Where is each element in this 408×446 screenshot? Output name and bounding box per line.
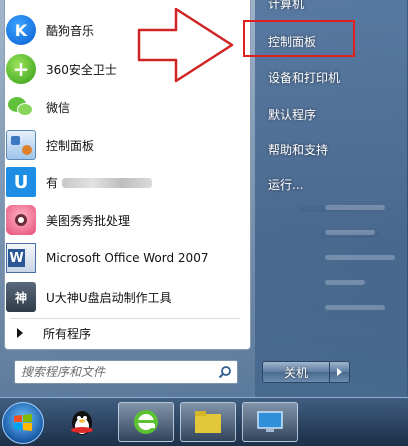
blurred-text: [62, 178, 153, 188]
program-label: Microsoft Office Word 2007: [46, 251, 209, 265]
kugou-music-icon: K: [6, 15, 36, 45]
right-item-devices-printers[interactable]: 设备和打印机: [268, 69, 340, 86]
highlight-annotation-box: [243, 20, 355, 57]
blur-shape: [325, 280, 365, 285]
all-programs-button[interactable]: 所有程序: [3, 320, 243, 346]
folder-icon: [195, 411, 221, 433]
all-programs-label: 所有程序: [43, 326, 92, 341]
ushen-usb-tool-icon: 神: [6, 282, 36, 312]
program-label: 酷狗音乐: [46, 23, 95, 38]
program-label: 360安全卫士: [46, 62, 117, 77]
right-item-run[interactable]: 运行...: [268, 176, 303, 193]
taskbar-qq[interactable]: [54, 402, 110, 442]
arrow-annotation-icon: [137, 7, 234, 83]
wechat-icon: [6, 92, 36, 122]
program-label: 有: [46, 174, 153, 191]
program-label: 微信: [46, 100, 71, 115]
program-item-control-panel[interactable]: 控制面板: [3, 127, 243, 163]
browser-e-icon: [134, 410, 158, 434]
search-box[interactable]: [14, 360, 238, 384]
arrow-right-icon: [337, 368, 342, 376]
blur-shape: [325, 230, 375, 235]
program-item-word-2007[interactable]: W Microsoft Office Word 2007: [3, 240, 243, 276]
program-item-blurred-app[interactable]: U 有: [3, 164, 243, 200]
program-item-wechat[interactable]: 微信: [3, 89, 243, 125]
word-icon: W: [6, 243, 36, 273]
right-item-computer[interactable]: 计算机: [268, 0, 304, 12]
program-label: U大神U盘启动制作工具: [46, 290, 172, 305]
blur-shape: [325, 205, 385, 210]
arrow-right-icon: [17, 328, 23, 338]
right-item-help-support[interactable]: 帮助和支持: [268, 141, 328, 158]
monitor-icon: [257, 411, 283, 432]
360-security-icon: +: [6, 54, 36, 84]
divider: [10, 318, 240, 319]
u-app-icon: U: [6, 167, 36, 197]
program-label: 美图秀秀批处理: [46, 213, 131, 228]
shutdown-options-button[interactable]: [330, 361, 350, 383]
control-panel-icon: [6, 130, 36, 160]
start-menu-right-pane: [255, 0, 408, 397]
program-item-ushen[interactable]: 神 U大神U盘启动制作工具: [3, 279, 243, 315]
shutdown-button[interactable]: 关机: [262, 361, 330, 383]
blur-shape: [325, 305, 385, 310]
taskbar-monitor-app[interactable]: [242, 402, 298, 442]
taskbar-ie-browser[interactable]: [118, 402, 174, 442]
qq-penguin-icon: [71, 411, 93, 435]
right-item-default-programs[interactable]: 默认程序: [268, 106, 316, 123]
windows-logo-icon: [14, 414, 32, 431]
search-input[interactable]: [21, 362, 215, 382]
search-icon[interactable]: [215, 362, 235, 382]
blur-shape: [325, 255, 395, 260]
shutdown-control: 关机: [262, 361, 350, 383]
taskbar-folder[interactable]: [180, 402, 236, 442]
program-item-meitu[interactable]: 美图秀秀批处理: [3, 202, 243, 238]
program-label: 控制面板: [46, 138, 95, 153]
start-button[interactable]: [2, 402, 44, 444]
meitu-icon: [6, 205, 36, 235]
